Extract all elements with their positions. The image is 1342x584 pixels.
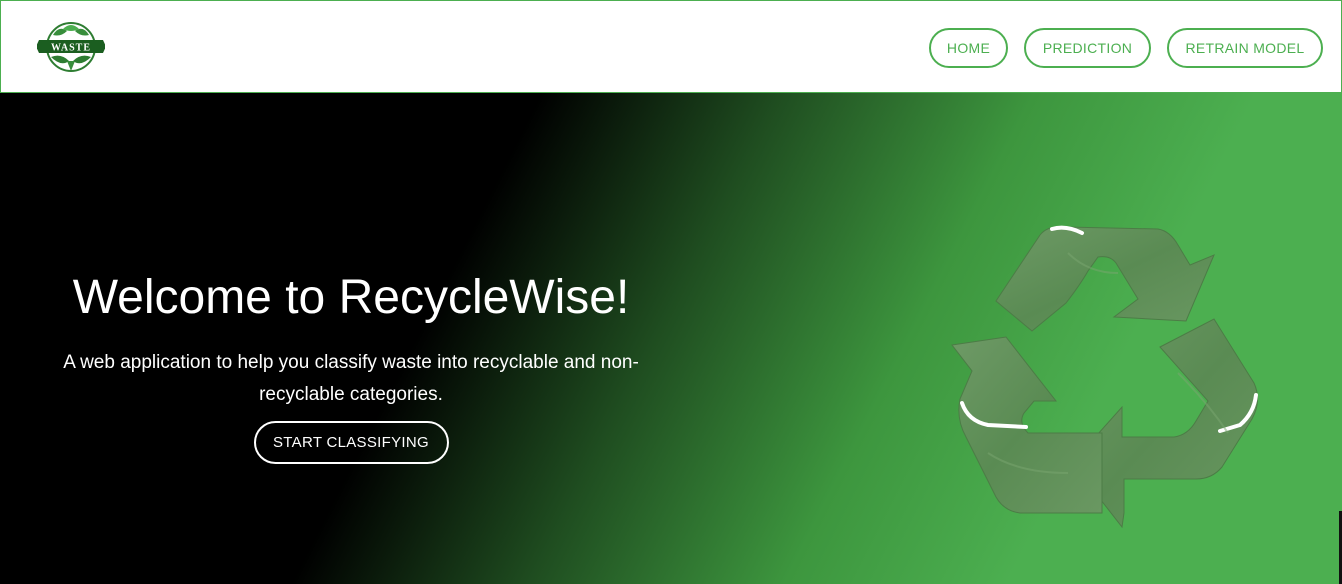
hero-title: Welcome to RecycleWise! <box>72 271 630 324</box>
hero-content: Welcome to RecycleWise! A web applicatio… <box>30 271 672 464</box>
waste-logo[interactable]: WASTE <box>36 21 106 73</box>
nav-home-button[interactable]: HOME <box>929 28 1008 68</box>
hero-section: Welcome to RecycleWise! A web applicatio… <box>0 93 1342 584</box>
nav-retrain-model-button[interactable]: RETRAIN MODEL <box>1167 28 1323 68</box>
recycle-symbol-icon <box>948 223 1266 531</box>
hero-subtitle: A web application to help you classify w… <box>63 352 639 405</box>
navbar: WASTE HOME PREDICTION RETRAIN MODEL <box>0 0 1342 93</box>
nav-links: HOME PREDICTION RETRAIN MODEL <box>929 28 1323 68</box>
start-classifying-button[interactable]: START CLASSIFYING <box>253 421 449 464</box>
logo-text: WASTE <box>51 43 91 54</box>
nav-prediction-button[interactable]: PREDICTION <box>1024 28 1151 68</box>
